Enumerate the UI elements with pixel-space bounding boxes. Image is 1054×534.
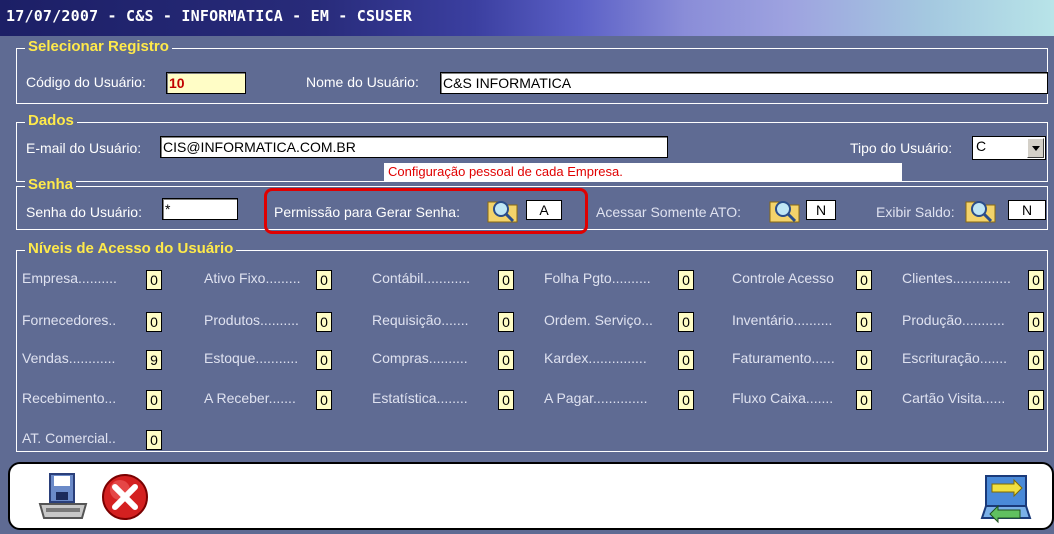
nivel-label: Vendas............ bbox=[22, 350, 116, 366]
nivel-label: Inventário.......... bbox=[732, 312, 833, 328]
nivel-value-input[interactable]: 0 bbox=[498, 350, 514, 370]
nivel-value-input[interactable]: 0 bbox=[856, 350, 872, 370]
nivel-label: Contábil............ bbox=[372, 270, 471, 286]
email-usuario-input[interactable]: CIS@INFORMATICA.COM.BR bbox=[160, 136, 668, 158]
title-bar: 17/07/2007 - C&S - INFORMATICA - EM - CS… bbox=[0, 0, 1054, 36]
search-icon[interactable] bbox=[768, 196, 802, 224]
nivel-label: Recebimento... bbox=[22, 390, 117, 406]
nivel-value-input[interactable]: 0 bbox=[678, 270, 694, 290]
exit-icon[interactable] bbox=[980, 470, 1034, 524]
nivel-value-input[interactable]: 9 bbox=[146, 350, 162, 370]
nivel-label: Ativo Fixo......... bbox=[204, 270, 301, 286]
nivel-value-input[interactable]: 0 bbox=[146, 390, 162, 410]
nome-usuario-label: Nome do Usuário: bbox=[306, 74, 419, 90]
senha-usuario-label: Senha do Usuário: bbox=[26, 204, 142, 220]
codigo-usuario-input[interactable]: 10 bbox=[166, 72, 246, 94]
nivel-value-input[interactable]: 0 bbox=[1028, 270, 1044, 290]
nivel-value-input[interactable]: 0 bbox=[1028, 390, 1044, 410]
legend-senha: Senha bbox=[25, 176, 77, 193]
nivel-value-input[interactable]: 0 bbox=[146, 430, 162, 450]
nivel-value-input[interactable]: 0 bbox=[856, 270, 872, 290]
save-icon[interactable] bbox=[36, 470, 90, 524]
acessar-ato-value[interactable]: N bbox=[806, 200, 836, 220]
nivel-value-input[interactable]: 0 bbox=[498, 390, 514, 410]
config-note: Configuração pessoal de cada Empresa. bbox=[384, 163, 902, 181]
codigo-usuario-label: Código do Usuário: bbox=[26, 74, 146, 90]
nivel-value-input[interactable]: 0 bbox=[316, 390, 332, 410]
nivel-label: Fornecedores.. bbox=[22, 312, 117, 328]
acessar-ato-label: Acessar Somente ATO: bbox=[596, 204, 741, 220]
tipo-usuario-label: Tipo do Usuário: bbox=[850, 140, 953, 156]
legend-dados: Dados bbox=[25, 112, 77, 129]
nivel-label: Empresa.......... bbox=[22, 270, 117, 286]
nivel-value-input[interactable]: 0 bbox=[678, 390, 694, 410]
legend-niveis-acesso: Níveis de Acesso do Usuário bbox=[25, 240, 237, 257]
search-icon[interactable] bbox=[964, 196, 998, 224]
nivel-value-input[interactable]: 0 bbox=[1028, 350, 1044, 370]
nivel-label: Folha Pgto.......... bbox=[544, 270, 651, 286]
chevron-down-icon[interactable] bbox=[1027, 138, 1044, 158]
nivel-label: Faturamento...... bbox=[732, 350, 835, 366]
nivel-value-input[interactable]: 0 bbox=[856, 312, 872, 332]
nivel-label: Fluxo Caixa....... bbox=[732, 390, 834, 406]
nivel-value-input[interactable]: 0 bbox=[678, 312, 694, 332]
exibir-saldo-label: Exibir Saldo: bbox=[876, 204, 955, 220]
nivel-label: A Pagar.............. bbox=[544, 390, 648, 406]
nivel-label: Requisição....... bbox=[372, 312, 469, 328]
nivel-label: Produtos.......... bbox=[204, 312, 299, 328]
highlight-annotation bbox=[264, 188, 588, 234]
fieldset-niveis-acesso: Níveis de Acesso do Usuário bbox=[16, 240, 1048, 452]
exibir-saldo-value[interactable]: N bbox=[1008, 200, 1046, 220]
window-title: 17/07/2007 - C&S - INFORMATICA - EM - CS… bbox=[6, 7, 413, 25]
nivel-label: Estatística........ bbox=[372, 390, 468, 406]
form-content: Selecionar Registro Código do Usuário: 1… bbox=[4, 38, 1054, 532]
legend-selecionar-registro: Selecionar Registro bbox=[25, 38, 172, 55]
nivel-value-input[interactable]: 0 bbox=[678, 350, 694, 370]
nivel-label: A Receber....... bbox=[204, 390, 296, 406]
nivel-value-input[interactable]: 0 bbox=[146, 270, 162, 290]
nivel-value-input[interactable]: 0 bbox=[316, 270, 332, 290]
nivel-label: Escrituração....... bbox=[902, 350, 1008, 366]
nivel-label: AT. Comercial.. bbox=[22, 430, 116, 446]
nivel-value-input[interactable]: 0 bbox=[316, 350, 332, 370]
nivel-label: Ordem. Serviço... bbox=[544, 312, 653, 328]
nivel-value-input[interactable]: 0 bbox=[146, 312, 162, 332]
nivel-label: Estoque........... bbox=[204, 350, 299, 366]
nivel-label: Controle Acesso bbox=[732, 270, 834, 286]
nivel-label: Kardex............... bbox=[544, 350, 647, 366]
tipo-usuario-select[interactable]: C bbox=[972, 136, 1046, 160]
cancel-icon[interactable] bbox=[98, 470, 152, 524]
senha-usuario-input[interactable]: * bbox=[162, 198, 238, 220]
email-usuario-label: E-mail do Usuário: bbox=[26, 140, 142, 156]
nivel-value-input[interactable]: 0 bbox=[856, 390, 872, 410]
nivel-value-input[interactable]: 0 bbox=[498, 270, 514, 290]
application-window: 17/07/2007 - C&S - INFORMATICA - EM - CS… bbox=[0, 0, 1054, 534]
nivel-value-input[interactable]: 0 bbox=[498, 312, 514, 332]
nivel-label: Compras.......... bbox=[372, 350, 468, 366]
nivel-value-input[interactable]: 0 bbox=[1028, 312, 1044, 332]
tipo-usuario-value: C bbox=[976, 138, 987, 154]
nivel-value-input[interactable]: 0 bbox=[316, 312, 332, 332]
nome-usuario-input[interactable]: C&S INFORMATICA bbox=[440, 72, 1048, 94]
nivel-label: Produção........... bbox=[902, 312, 1005, 328]
nivel-label: Clientes............... bbox=[902, 270, 1011, 286]
nivel-label: Cartão Visita...... bbox=[902, 390, 1006, 406]
bottom-toolbar bbox=[8, 462, 1054, 530]
